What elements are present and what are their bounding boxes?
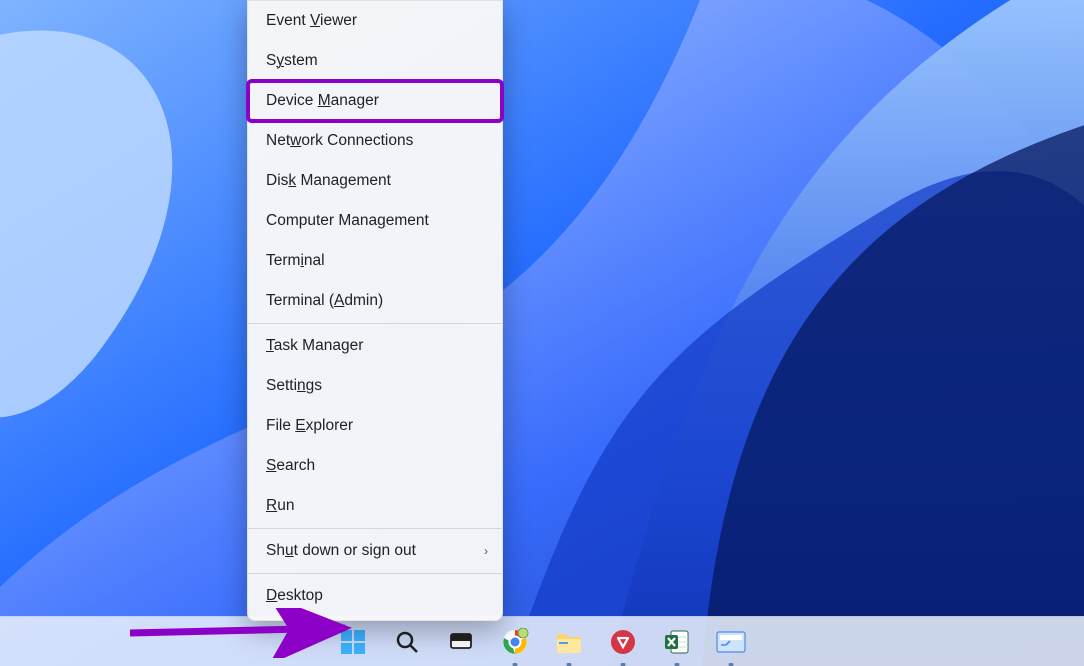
run-icon[interactable] (714, 625, 748, 659)
menu-item-label: Network Connections (266, 132, 413, 150)
winx-context-menu[interactable]: Event Viewer System Device Manager Network … (247, 0, 503, 621)
menu-item-label: Task Manager (266, 337, 363, 355)
chevron-right-icon: › (484, 544, 488, 558)
menu-item-label: Terminal (266, 252, 325, 270)
menu-separator (248, 573, 502, 574)
menu-item-task-manager[interactable]: Task Manager (248, 326, 502, 366)
menu-item-run[interactable]: Run (248, 486, 502, 526)
menu-item-label: Event Viewer (266, 12, 357, 30)
menu-item-disk-management[interactable]: Disk Management (248, 161, 502, 201)
menu-item-network-connections[interactable]: Network Connections (248, 121, 502, 161)
menu-item-label: Run (266, 497, 294, 515)
menu-item-label: Computer Management (266, 212, 429, 230)
excel-icon[interactable] (660, 625, 694, 659)
menu-item-search[interactable]: Search (248, 446, 502, 486)
app-red-icon[interactable] (606, 625, 640, 659)
annotation-arrow (120, 608, 370, 658)
menu-item-label: Desktop (266, 587, 323, 605)
menu-item-terminal[interactable]: Terminal (248, 241, 502, 281)
menu-item-event-viewer[interactable]: Event Viewer (248, 1, 502, 41)
search-icon[interactable] (390, 625, 424, 659)
menu-item-system[interactable]: System (248, 41, 502, 81)
chrome-icon[interactable] (498, 625, 532, 659)
task-view-icon[interactable] (444, 625, 478, 659)
menu-item-label: Terminal (Admin) (266, 292, 383, 310)
menu-item-label: Settings (266, 377, 322, 395)
menu-item-terminal-admin[interactable]: Terminal (Admin) (248, 281, 502, 321)
menu-separator (248, 323, 502, 324)
menu-item-label: File Explorer (266, 417, 353, 435)
desktop-wallpaper (0, 0, 1084, 666)
file-explorer-icon[interactable] (552, 625, 586, 659)
menu-item-settings[interactable]: Settings (248, 366, 502, 406)
menu-separator (248, 528, 502, 529)
menu-item-device-manager[interactable]: Device Manager (248, 81, 502, 121)
menu-item-label: Device Manager (266, 92, 379, 110)
menu-item-shutdown-signout[interactable]: Shut down or sign out › (248, 531, 502, 571)
menu-item-label: Disk Management (266, 172, 391, 190)
menu-item-computer-management[interactable]: Computer Management (248, 201, 502, 241)
menu-item-label: System (266, 52, 318, 70)
menu-item-file-explorer[interactable]: File Explorer (248, 406, 502, 446)
menu-item-label: Shut down or sign out (266, 542, 416, 560)
menu-item-label: Search (266, 457, 315, 475)
